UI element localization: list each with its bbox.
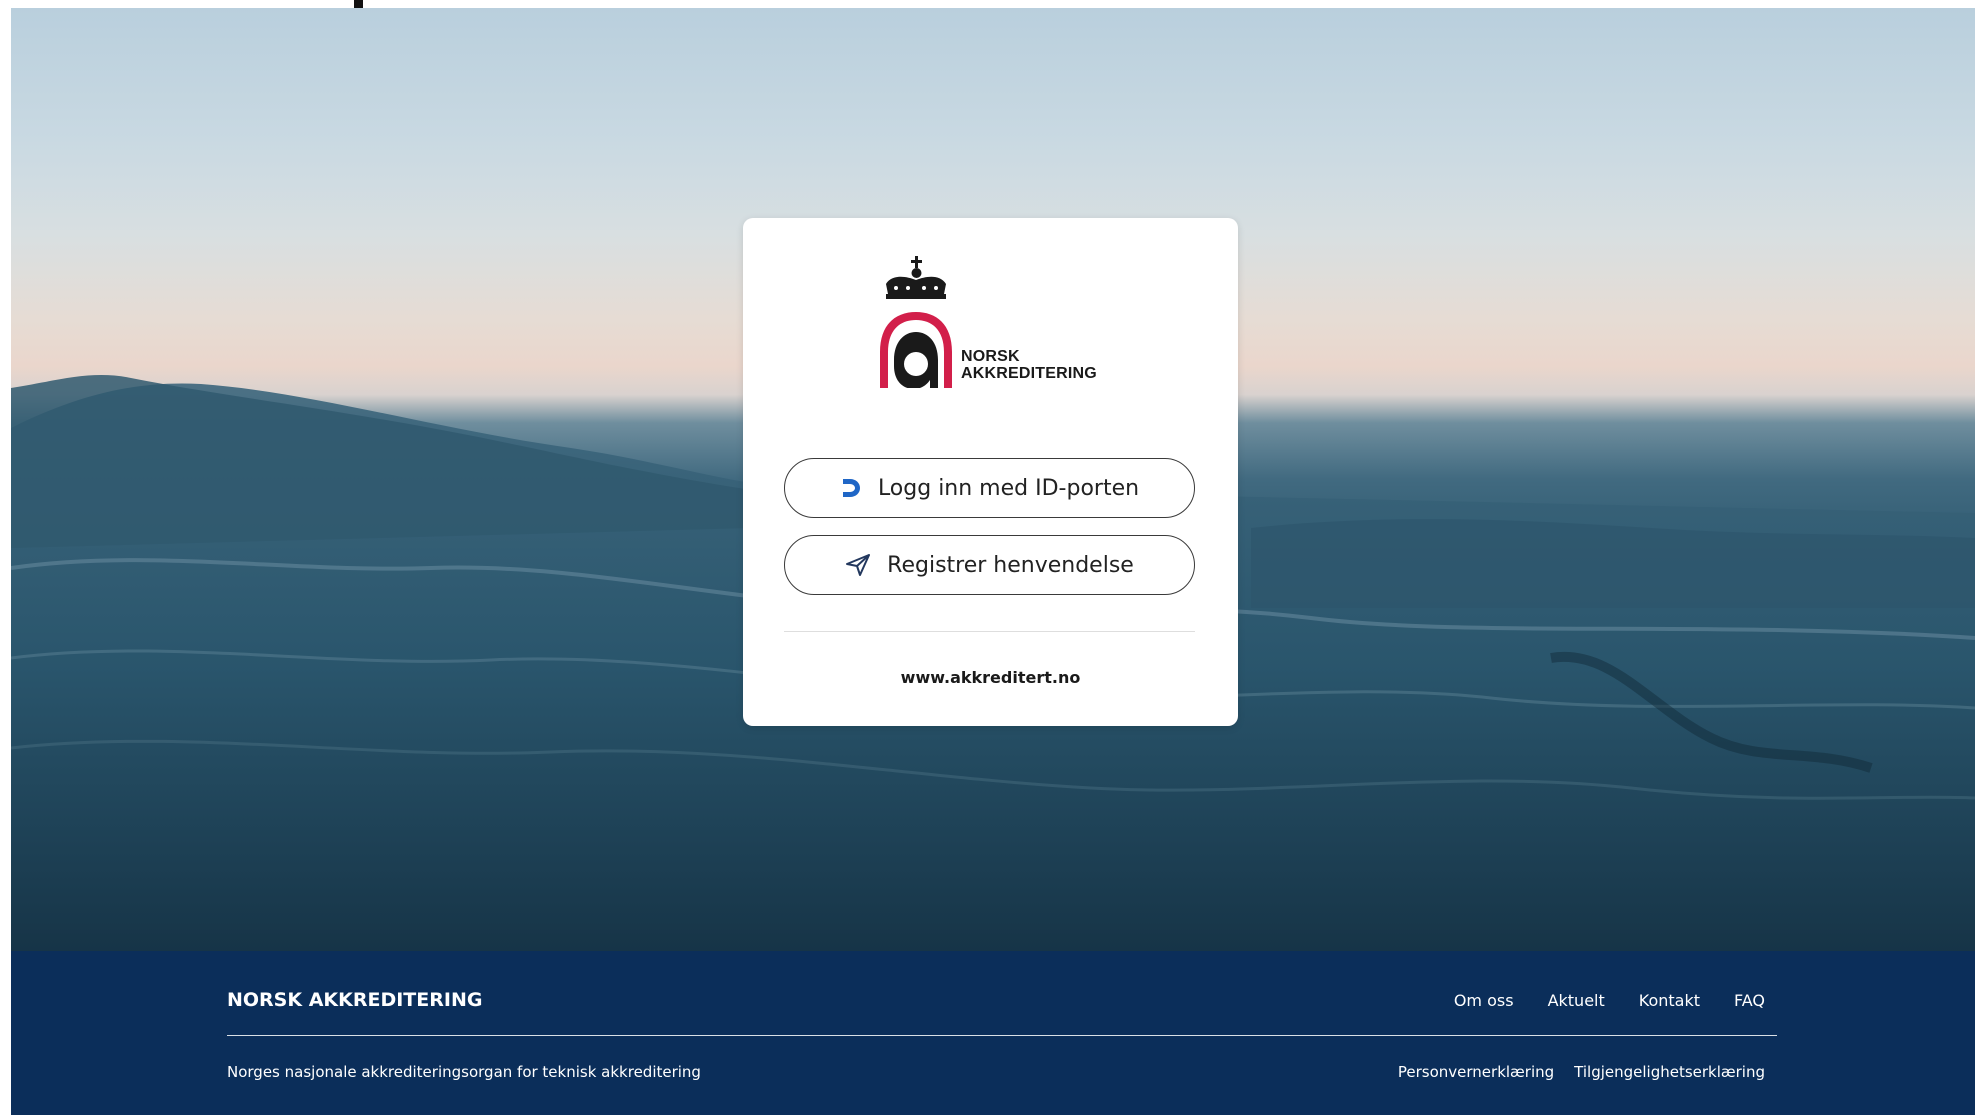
- page: NORSK AKKREDITERING Logg inn med ID-port…: [0, 0, 1975, 1115]
- footer-brand: NORSK AKKREDITERING: [227, 989, 483, 1011]
- top-mark: [354, 0, 363, 8]
- login-card: NORSK AKKREDITERING Logg inn med ID-port…: [743, 218, 1238, 726]
- footer-divider: [227, 1035, 1777, 1036]
- idporten-login-label: Logg inn med ID-porten: [877, 475, 1140, 501]
- idporten-login-button[interactable]: Logg inn med ID-porten: [784, 458, 1195, 518]
- footer-link-accessibility[interactable]: Tilgjengelighetserklæring: [1574, 1063, 1765, 1081]
- logo-line-1: NORSK: [961, 348, 1020, 365]
- send-icon: [845, 553, 871, 577]
- norsk-akkreditering-logo: NORSK AKKREDITERING: [878, 256, 1100, 389]
- card-divider: [784, 631, 1195, 632]
- idporten-icon: [840, 477, 862, 499]
- footer-link-kontakt[interactable]: Kontakt: [1639, 991, 1700, 1010]
- logo-wordmark: NORSK AKKREDITERING: [961, 348, 1097, 382]
- register-inquiry-label: Registrer henvendelse: [887, 552, 1134, 578]
- footer-link-faq[interactable]: FAQ: [1734, 991, 1765, 1010]
- footer-link-aktuelt[interactable]: Aktuelt: [1548, 991, 1605, 1010]
- website-link[interactable]: www.akkreditert.no: [743, 668, 1238, 687]
- logo-line-2: AKKREDITERING: [961, 365, 1097, 382]
- register-inquiry-button[interactable]: Registrer henvendelse: [784, 535, 1195, 595]
- footer-legal-links: Personvernerklæring Tilgjengelighetserkl…: [1398, 1063, 1765, 1081]
- site-footer: NORSK AKKREDITERING Om oss Aktuelt Konta…: [11, 951, 1975, 1115]
- footer-link-om-oss[interactable]: Om oss: [1454, 991, 1514, 1010]
- footer-link-privacy[interactable]: Personvernerklæring: [1398, 1063, 1554, 1081]
- footer-tagline: Norges nasjonale akkrediteringsorgan for…: [227, 1063, 701, 1081]
- top-strip: [0, 0, 1975, 8]
- footer-nav: Om oss Aktuelt Kontakt FAQ: [1454, 991, 1765, 1010]
